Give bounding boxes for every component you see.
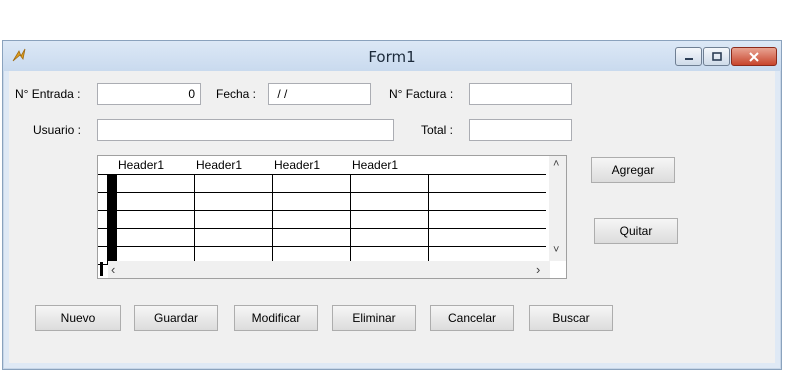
grid-cell[interactable] [350, 210, 429, 229]
grid-cell[interactable] [116, 174, 195, 193]
nuevo-button[interactable]: Nuevo [35, 305, 121, 331]
grid-cell[interactable] [272, 210, 351, 229]
grid-header-row: Header1 Header1 Header1 Header1 [98, 156, 546, 175]
grid-cell[interactable] [428, 174, 546, 193]
table-row[interactable] [98, 174, 546, 193]
column-header[interactable]: Header1 [116, 156, 194, 175]
form-window: Form1 N° Entrada : 0 Fecha : / / N° Fact… [2, 40, 782, 370]
modificar-button[interactable]: Modificar [234, 305, 318, 331]
guardar-button[interactable]: Guardar [134, 305, 218, 331]
grid-cell[interactable] [194, 174, 273, 193]
scroll-down-icon[interactable]: ˅ [553, 244, 559, 256]
factura-label: N° Factura : [389, 87, 454, 101]
row-selector[interactable] [98, 174, 117, 193]
factura-field[interactable] [469, 83, 572, 105]
scroll-up-icon[interactable]: ˄ [553, 158, 559, 170]
usuario-label: Usuario : [33, 123, 82, 137]
agregar-button[interactable]: Agregar [591, 157, 675, 183]
maximize-icon [711, 51, 722, 61]
fecha-field[interactable]: / / [268, 83, 371, 105]
table-row[interactable] [98, 228, 546, 247]
grid-cell[interactable] [350, 192, 429, 211]
row-selector[interactable] [98, 210, 117, 229]
grid-cell[interactable] [428, 210, 546, 229]
maximize-button[interactable] [703, 47, 730, 66]
minimize-icon [684, 57, 693, 60]
table-row[interactable] [98, 192, 546, 211]
table-row[interactable] [98, 210, 546, 229]
close-icon [749, 51, 759, 62]
window-title: Form1 [368, 48, 416, 66]
items-grid[interactable]: Header1 Header1 Header1 Header1 ˄ ˅ ‹ › [97, 155, 567, 279]
grid-cell[interactable] [116, 228, 195, 247]
grid-corner [98, 156, 116, 175]
close-button[interactable] [731, 47, 777, 66]
row-selector[interactable] [98, 192, 117, 211]
quitar-button[interactable]: Quitar [594, 218, 678, 244]
row-selector[interactable] [98, 228, 117, 247]
grid-cell[interactable] [272, 174, 351, 193]
scroll-left-icon[interactable]: ‹ [111, 262, 115, 277]
grid-cell[interactable] [272, 192, 351, 211]
entrada-label: N° Entrada : [15, 87, 81, 101]
grid-cell[interactable] [116, 192, 195, 211]
cancelar-button[interactable]: Cancelar [430, 305, 514, 331]
grid-table: Header1 Header1 Header1 Header1 [98, 156, 546, 265]
vertical-scrollbar[interactable]: ˄ ˅ [549, 156, 566, 261]
column-header-empty [428, 156, 546, 175]
grid-cell[interactable] [428, 228, 546, 247]
grid-cell[interactable] [428, 192, 546, 211]
grid-cell[interactable] [116, 210, 195, 229]
grid-cell[interactable] [272, 228, 351, 247]
grid-cell[interactable] [194, 228, 273, 247]
column-header[interactable]: Header1 [272, 156, 350, 175]
grid-cell[interactable] [350, 174, 429, 193]
horizontal-scrollbar[interactable]: ‹ › [108, 261, 550, 278]
usuario-field[interactable] [97, 119, 394, 141]
grid-cell[interactable] [194, 210, 273, 229]
column-header[interactable]: Header1 [350, 156, 428, 175]
column-header[interactable]: Header1 [194, 156, 272, 175]
form-client-area: N° Entrada : 0 Fecha : / / N° Factura : … [9, 71, 775, 363]
buscar-button[interactable]: Buscar [529, 305, 613, 331]
scroll-right-icon[interactable]: › [536, 262, 540, 277]
minimize-button[interactable] [675, 47, 702, 66]
eliminar-button[interactable]: Eliminar [332, 305, 416, 331]
grid-corner-bottom [100, 262, 103, 276]
total-field[interactable] [469, 119, 572, 141]
entrada-field[interactable]: 0 [97, 83, 201, 105]
grid-cell[interactable] [194, 192, 273, 211]
title-bar[interactable]: Form1 [3, 41, 781, 71]
grid-cell[interactable] [350, 228, 429, 247]
total-label: Total : [421, 123, 454, 137]
fecha-label: Fecha : [216, 87, 257, 101]
